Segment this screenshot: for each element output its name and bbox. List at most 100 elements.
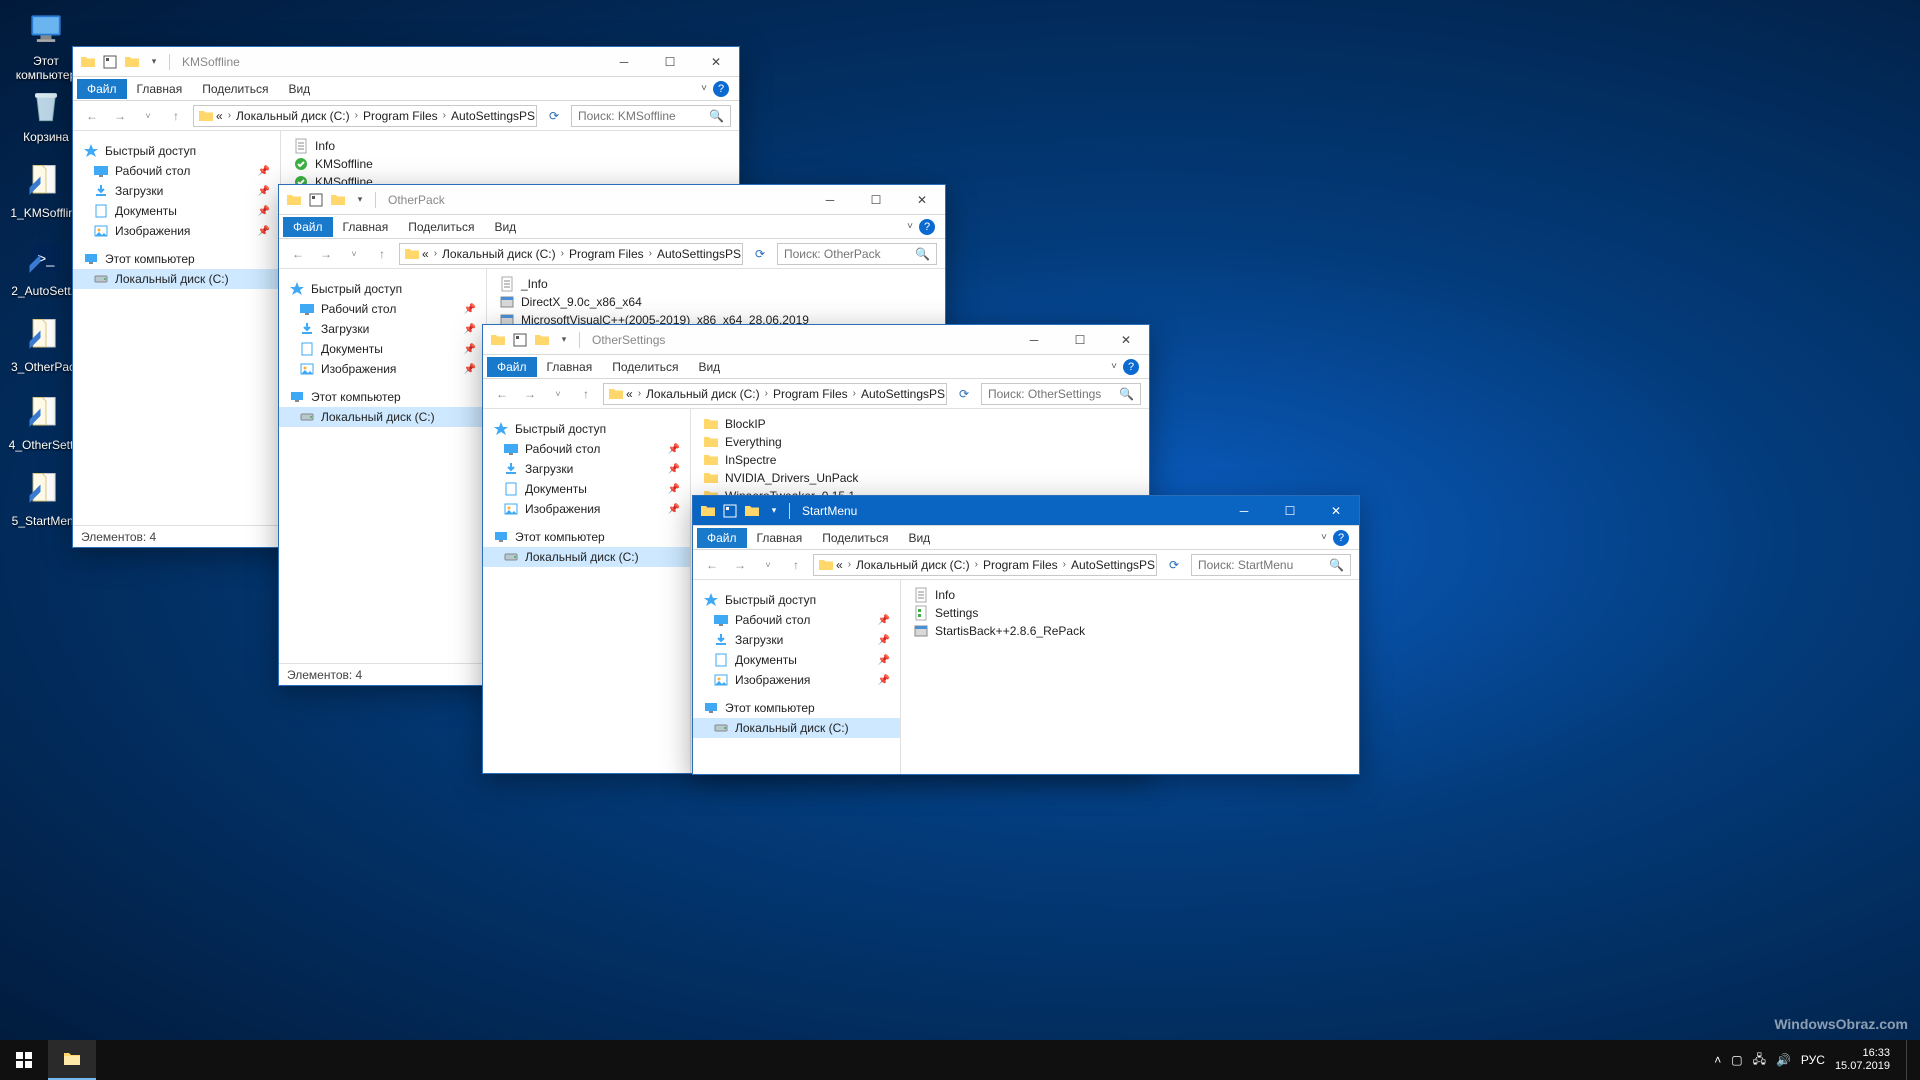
chevron-right-icon[interactable]: › [972,559,981,570]
action-center-icon[interactable]: ▢ [1731,1053,1742,1067]
chevron-right-icon[interactable]: › [850,388,859,399]
breadcrumb-seg[interactable]: AutoSettingsPS [657,247,741,261]
breadcrumb-seg[interactable]: Program Files [363,109,438,123]
minimize-button[interactable]: ─ [601,47,647,77]
chevron-right-icon[interactable]: › [558,248,567,259]
qa-folder-icon[interactable] [743,502,761,520]
tab-view[interactable]: Вид [278,79,320,99]
maximize-button[interactable]: ☐ [647,47,693,77]
nav-cdrive[interactable]: Локальный диск (C:) [693,718,900,738]
tab-share[interactable]: Поделиться [192,79,278,99]
tab-file[interactable]: Файл [77,79,127,99]
titlebar[interactable]: ▾ OtherPack ─ ☐ ✕ [279,185,945,215]
list-item[interactable]: DirectX_9.0c_x86_x64 [495,293,937,311]
nav-quick-access[interactable]: Быстрый доступ [693,590,900,610]
up-button[interactable]: ↑ [575,383,597,405]
forward-button[interactable]: → [729,554,751,576]
language-indicator[interactable]: РУС [1801,1053,1825,1067]
list-item[interactable]: Info [909,586,1351,604]
nav-this-pc[interactable]: Этот компьютер [73,249,280,269]
nav-pictures[interactable]: Изображения📌 [693,670,900,690]
tab-file[interactable]: Файл [487,357,537,377]
network-icon[interactable]: 🖧 [1753,1050,1766,1071]
nav-desktop[interactable]: Рабочий стол📌 [693,610,900,630]
nav-this-pc[interactable]: Этот компьютер [693,698,900,718]
help-icon[interactable]: ? [1333,530,1349,546]
breadcrumb-seg[interactable]: Program Files [983,558,1058,572]
qa-folder-icon[interactable] [123,53,141,71]
nav-desktop[interactable]: Рабочий стол📌 [483,439,690,459]
nav-this-pc[interactable]: Этот компьютер [483,527,690,547]
refresh-button[interactable]: ⟳ [749,247,771,261]
breadcrumb-seg[interactable]: Program Files [773,387,848,401]
expand-ribbon-icon[interactable]: ˅ [1111,361,1117,372]
maximize-button[interactable]: ☐ [1267,496,1313,526]
nav-cdrive[interactable]: Локальный диск (C:) [483,547,690,567]
expand-ribbon-icon[interactable]: ˅ [907,221,913,232]
up-button[interactable]: ↑ [785,554,807,576]
show-desktop[interactable] [1906,1040,1912,1080]
nav-desktop[interactable]: Рабочий стол📌 [279,299,486,319]
refresh-button[interactable]: ⟳ [953,387,975,401]
dropdown-icon[interactable]: ▾ [765,502,783,520]
back-button[interactable]: ← [701,554,723,576]
props-icon[interactable] [101,53,119,71]
search-box[interactable]: 🔍 [981,383,1141,405]
chevron-right-icon[interactable]: › [646,248,655,259]
chevron-right-icon[interactable]: › [440,110,449,121]
recent-dropdown[interactable]: ˅ [137,105,159,127]
nav-quick-access[interactable]: Быстрый доступ [483,419,690,439]
volume-icon[interactable]: 🔊 [1776,1053,1791,1067]
qa-folder-icon[interactable] [533,331,551,349]
search-input[interactable] [988,387,1108,401]
chevron-right-icon[interactable]: › [635,388,644,399]
back-button[interactable]: ← [81,105,103,127]
nav-pictures[interactable]: Изображения📌 [483,499,690,519]
tab-share[interactable]: Поделиться [602,357,688,377]
help-icon[interactable]: ? [713,81,729,97]
tab-home[interactable]: Главная [333,217,399,237]
nav-quick-access[interactable]: Быстрый доступ [279,279,486,299]
list-item[interactable]: Info [289,137,731,155]
minimize-button[interactable]: ─ [1011,325,1057,355]
nav-downloads[interactable]: Загрузки📌 [693,630,900,650]
dropdown-icon[interactable]: ▾ [145,53,163,71]
titlebar[interactable]: ▾ StartMenu ─ ☐ ✕ [693,496,1359,526]
nav-downloads[interactable]: Загрузки📌 [279,319,486,339]
maximize-button[interactable]: ☐ [853,185,899,215]
breadcrumb[interactable]: «›Локальный диск (C:)›Program Files›Auto… [193,105,537,127]
nav-desktop[interactable]: Рабочий стол📌 [73,161,280,181]
props-icon[interactable] [511,331,529,349]
taskbar-explorer[interactable] [48,1040,96,1080]
forward-button[interactable]: → [519,383,541,405]
tray-overflow-icon[interactable]: ˄ [1714,1053,1721,1067]
nav-this-pc[interactable]: Этот компьютер [279,387,486,407]
list-item[interactable]: InSpectre [699,451,1141,469]
breadcrumb[interactable]: «›Локальный диск (C:)›Program Files›Auto… [813,554,1157,576]
up-button[interactable]: ↑ [165,105,187,127]
tab-view[interactable]: Вид [688,357,730,377]
titlebar[interactable]: ▾ KMSoffline ─ ☐ ✕ [73,47,739,77]
maximize-button[interactable]: ☐ [1057,325,1103,355]
start-button[interactable] [0,1040,48,1080]
nav-pictures[interactable]: Изображения📌 [279,359,486,379]
expand-ribbon-icon[interactable]: ˅ [701,83,707,94]
nav-downloads[interactable]: Загрузки📌 [73,181,280,201]
titlebar[interactable]: ▾ OtherSettings ─ ☐ ✕ [483,325,1149,355]
search-box[interactable]: 🔍 [1191,554,1351,576]
minimize-button[interactable]: ─ [807,185,853,215]
tab-share[interactable]: Поделиться [398,217,484,237]
search-input[interactable] [784,247,904,261]
chevron-right-icon[interactable]: › [1060,559,1069,570]
recent-dropdown[interactable]: ˅ [547,383,569,405]
minimize-button[interactable]: ─ [1221,496,1267,526]
help-icon[interactable]: ? [919,219,935,235]
back-button[interactable]: ← [287,243,309,265]
list-item[interactable]: Settings [909,604,1351,622]
breadcrumb-seg[interactable]: Локальный диск (C:) [856,558,970,572]
breadcrumb[interactable]: «›Локальный диск (C:)›Program Files›Auto… [399,243,743,265]
breadcrumb-seg[interactable]: Локальный диск (C:) [442,247,556,261]
breadcrumb-seg[interactable]: AutoSettingsPS [861,387,945,401]
breadcrumb-seg[interactable]: « [626,387,633,401]
tab-view[interactable]: Вид [484,217,526,237]
